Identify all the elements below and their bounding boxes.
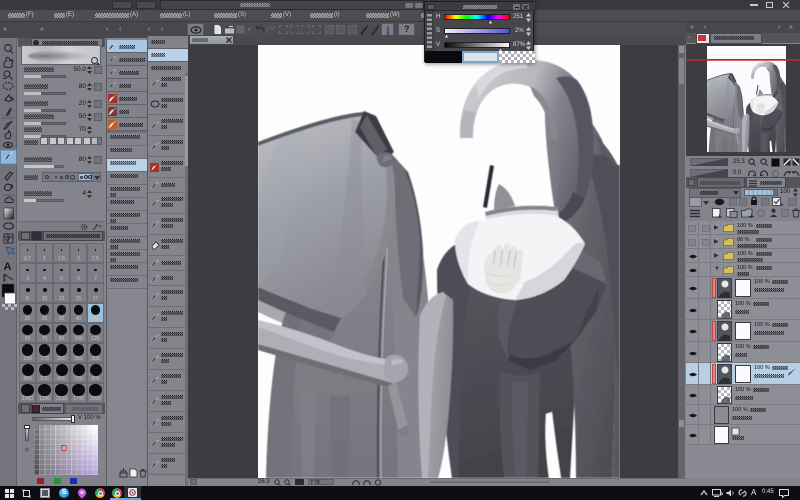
svg-text:A: A <box>4 261 12 273</box>
